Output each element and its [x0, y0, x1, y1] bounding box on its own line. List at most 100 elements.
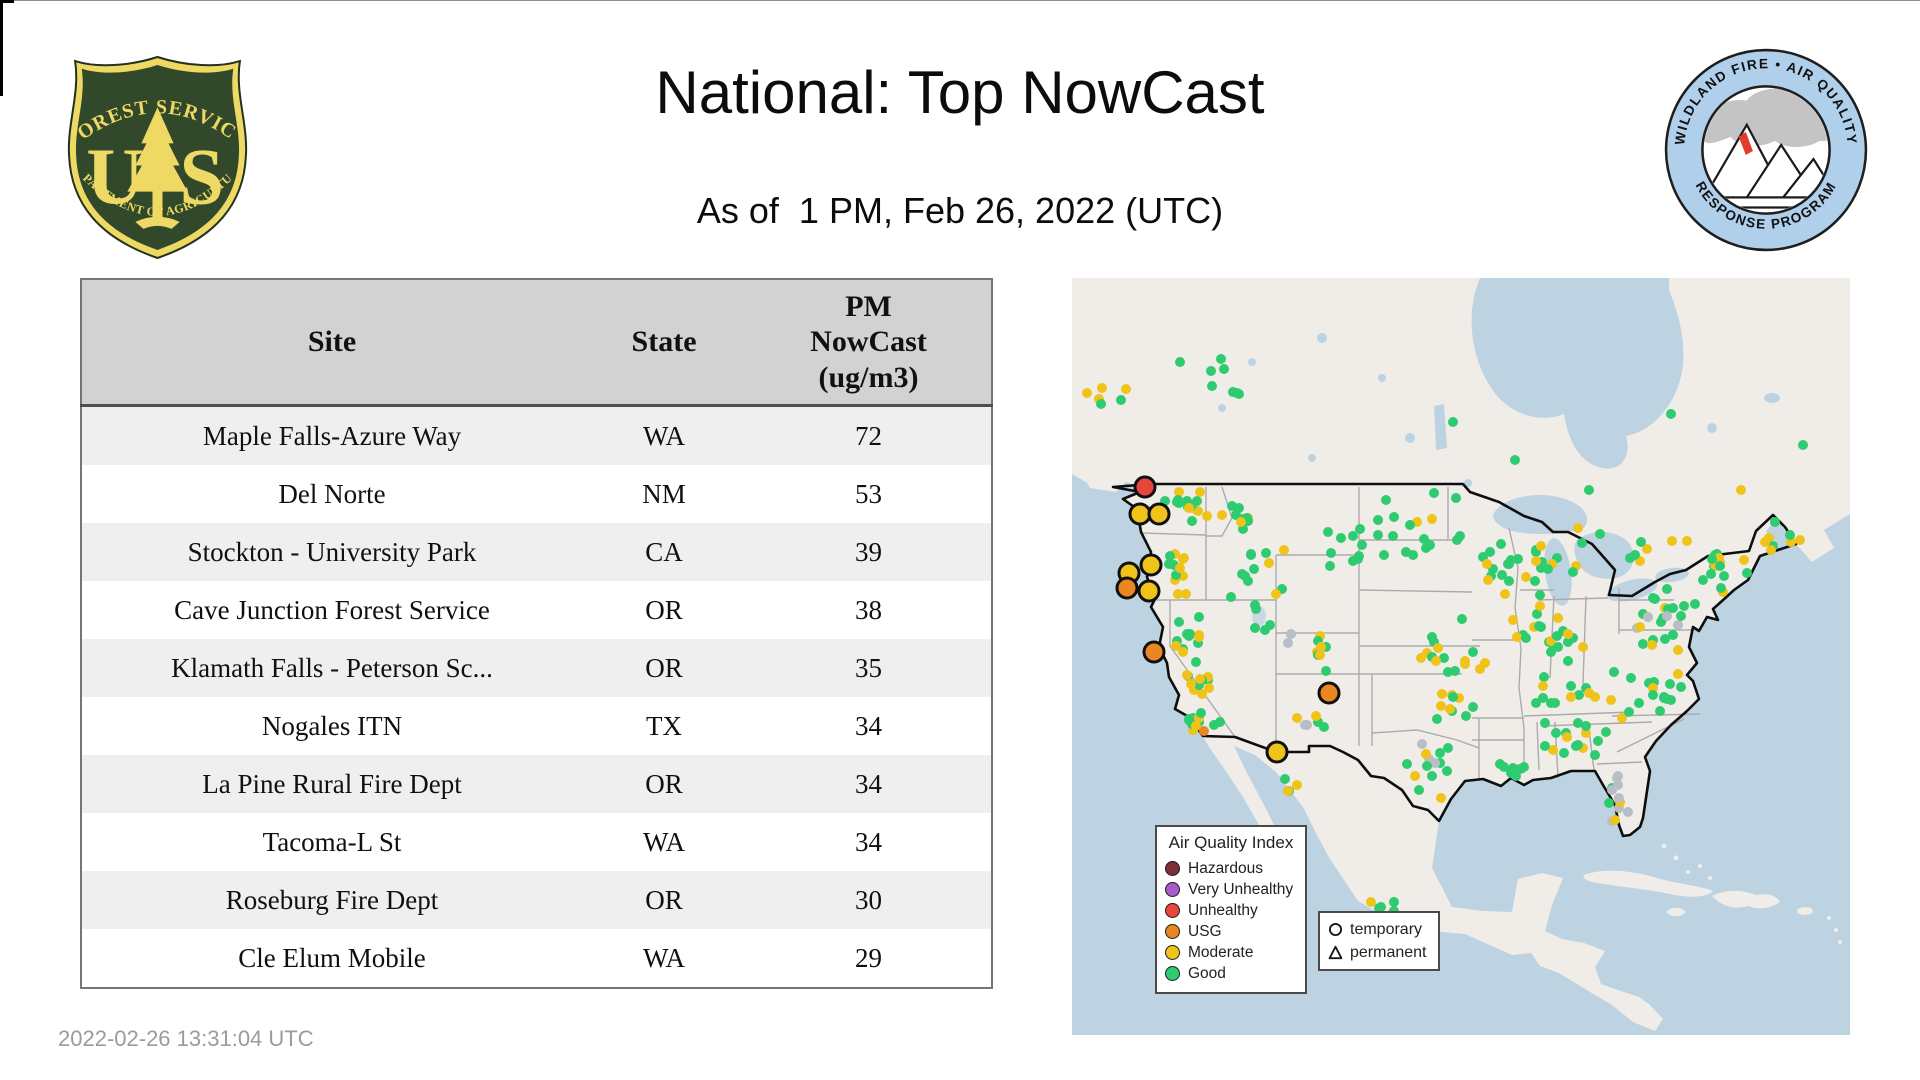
monitor-dot [1300, 719, 1311, 730]
table-row: La Pine Rural Fire Dept OR 34 [81, 755, 992, 813]
monitor-dot [1426, 513, 1437, 524]
monitor-dot [1401, 547, 1412, 558]
monitor-dot [1539, 717, 1550, 728]
window-corner-edge [0, 0, 14, 3]
monitor-dot [1282, 637, 1293, 648]
monitor-dot [1190, 656, 1201, 667]
monitor-dot [1499, 588, 1510, 599]
top-site-marker [1142, 640, 1166, 664]
monitor-dot [1567, 566, 1578, 577]
table-row: Stockton - University Park CA 39 [81, 523, 992, 581]
wfaqrp-badge-icon: WILDLAND FIRE • AIR QUALITY RESPONSE PRO… [1664, 48, 1868, 252]
monitor-dot [1187, 515, 1198, 526]
monitor-dot [1416, 738, 1427, 749]
value-cell: 72 [855, 420, 882, 451]
aqi-legend-item: Unhealthy [1165, 900, 1297, 921]
monitor-dot [1606, 784, 1617, 795]
monitor-dot [1173, 494, 1184, 505]
monitor-dot [1414, 784, 1425, 795]
monitor-dot [1180, 588, 1191, 599]
monitor-dot [1626, 672, 1637, 683]
monitor-dot [1389, 512, 1400, 523]
aqi-legend-label: USG [1188, 922, 1222, 940]
monitor-dot [1450, 493, 1461, 504]
permanent-triangle-icon [1328, 945, 1343, 960]
monitor-dot [1623, 807, 1634, 818]
state-cell: WA [643, 942, 686, 973]
monitor-dot [1432, 642, 1443, 653]
state-cell: NM [642, 478, 686, 509]
monitor-dot [1096, 383, 1107, 394]
monitor-dot [1482, 575, 1493, 586]
state-cell: OR [645, 884, 683, 915]
site-cell: Stockton - University Park [187, 536, 477, 567]
value-cell: 34 [855, 826, 882, 857]
monitor-dot [1521, 632, 1532, 643]
monitor-dot [1559, 747, 1570, 758]
monitor-dot [1648, 593, 1659, 604]
monitor-dot [1482, 558, 1493, 569]
monitor-dot [1583, 688, 1594, 699]
monitor-dot [1401, 758, 1412, 769]
monitor-dot [1590, 750, 1601, 761]
monitor-dot [1784, 530, 1795, 541]
monitor-dot [1441, 766, 1452, 777]
monitor-dot [1584, 484, 1595, 495]
monitor-dot [1235, 516, 1246, 527]
monitor-dot [1282, 786, 1293, 797]
monitor-dot [1673, 644, 1684, 655]
monitor-dot [1675, 610, 1686, 621]
monitor-dot [1324, 561, 1335, 572]
monitor-dot [1643, 611, 1654, 622]
monitor-dot [1661, 611, 1672, 622]
monitor-dot [1539, 671, 1550, 682]
monitor-dot [1563, 655, 1574, 666]
monitor-dot [1600, 727, 1611, 738]
monitor-dot [1459, 655, 1470, 666]
aqi-swatch-icon [1165, 945, 1180, 960]
monitor-dot [1474, 664, 1485, 675]
monitor-dot [1447, 691, 1458, 702]
monitor-dot [1246, 550, 1257, 561]
monitor-dot [1194, 611, 1205, 622]
monitor-dot [1404, 519, 1415, 530]
monitor-dot [1347, 555, 1358, 566]
monitor-dot [1311, 710, 1322, 721]
monitor-dot [1580, 721, 1591, 732]
monitor-dot [1538, 692, 1549, 703]
monitor-dot [1795, 534, 1806, 545]
monitor-dot [1690, 599, 1701, 610]
monitor-dot [1678, 601, 1689, 612]
monitor-dot [1673, 669, 1684, 680]
table-header-row: Site State PM NowCast (ug/m3) [81, 279, 992, 407]
monitor-dot [1249, 623, 1260, 634]
temporary-circle-icon [1328, 922, 1343, 937]
monitor-dot [1448, 416, 1459, 427]
site-cell: Cave Junction Forest Service [174, 594, 490, 625]
table-row: Maple Falls-Azure Way WA 72 [81, 405, 992, 465]
value-cell: 35 [855, 652, 882, 683]
monitor-dot [1434, 748, 1445, 759]
monitor-dot [1595, 529, 1606, 540]
aqi-legend-label: Moderate [1188, 943, 1254, 961]
column-header-pm-nowcast: PM NowCast (ug/m3) [746, 279, 992, 407]
aqi-legend-label: Hazardous [1188, 859, 1263, 877]
value-cell: 38 [855, 594, 882, 625]
monitor-dot [1531, 556, 1542, 567]
site-cell: Maple Falls-Azure Way [202, 420, 462, 451]
monitor-dot [1443, 742, 1454, 753]
table-row: Cave Junction Forest Service OR 38 [81, 581, 992, 639]
monitor-dot [1658, 691, 1669, 702]
monitor-dot [1716, 583, 1727, 594]
value-cell: 29 [855, 942, 882, 973]
state-cell: OR [645, 652, 683, 683]
value-cell: 39 [855, 536, 882, 567]
monitor-dot [1542, 563, 1553, 574]
monitor-dot [1260, 625, 1271, 636]
monitor-dot [1565, 680, 1576, 691]
aqi-map: Air Quality Index Hazardous Very Unhealth… [1072, 278, 1850, 1035]
aqi-legend-item: Moderate [1165, 942, 1297, 963]
monitor-dot [1705, 569, 1716, 580]
monitor-dot [1664, 679, 1675, 690]
monitor-dot [1426, 770, 1437, 781]
